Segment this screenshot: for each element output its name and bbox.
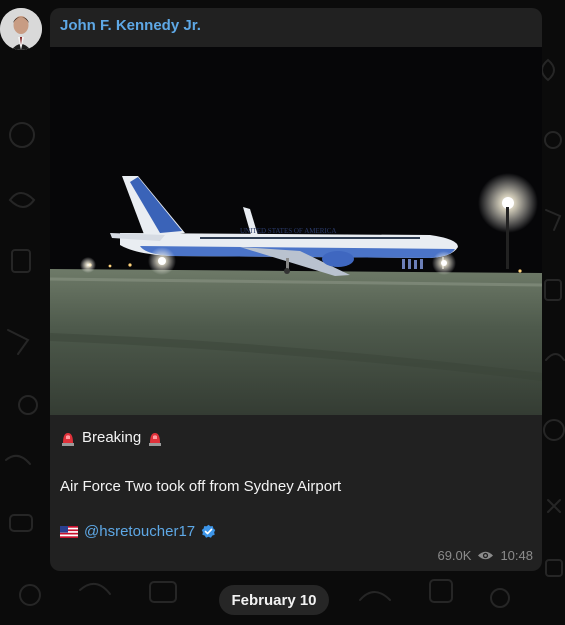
- message-bubble[interactable]: John F. Kennedy Jr. UNITED STATES OF AME…: [50, 8, 542, 571]
- date-separator: February 10: [219, 585, 329, 615]
- message-text: Air Force Two took off from Sydney Airpo…: [60, 478, 342, 495]
- police-car-light-emoji: [62, 432, 74, 446]
- message-meta: 69.0K 10:48: [437, 548, 533, 563]
- breaking-label: Breaking: [82, 429, 142, 446]
- plane-livery-text: UNITED STATES OF AMERICA: [240, 227, 336, 235]
- eye-icon: [478, 551, 494, 560]
- handle-link[interactable]: @hsretoucher17: [84, 523, 195, 540]
- verified-badge-icon: [201, 524, 216, 538]
- breaking-line: Breaking: [60, 429, 163, 446]
- airplane-photo-illustration: UNITED STATES OF AMERICA: [50, 47, 542, 415]
- view-count: 69.0K: [437, 548, 472, 563]
- sender-avatar[interactable]: [0, 8, 42, 50]
- message-time: 10:48: [500, 548, 533, 563]
- sender-name[interactable]: John F. Kennedy Jr.: [60, 17, 201, 34]
- message-photo[interactable]: UNITED STATES OF AMERICA: [50, 47, 542, 415]
- us-flag-emoji: [60, 525, 78, 538]
- handle-line: @hsretoucher17: [60, 523, 216, 540]
- police-car-light-emoji: [149, 432, 162, 446]
